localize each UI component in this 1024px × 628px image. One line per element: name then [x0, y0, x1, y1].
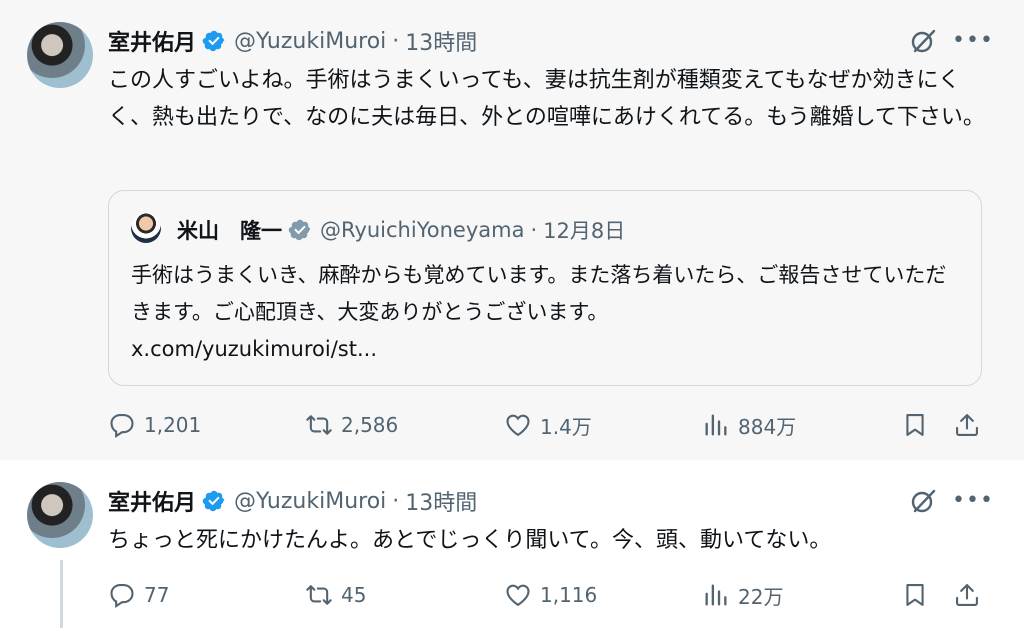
share-button[interactable]	[953, 410, 981, 440]
repost-button[interactable]: 45	[305, 580, 366, 610]
repost-count: 2,586	[341, 413, 399, 437]
tweet[interactable]: 室井佑月 @YuzukiMuroi · 13時間 ••• この人すごいよね。手術…	[0, 0, 1024, 460]
tweet-text: この人すごいよね。手術はうまくいっても、妻は抗生剤が種類変えてもなぜか効きにくく…	[108, 68, 985, 130]
action-bar: 1,201 2,586 1.4万 884万	[108, 410, 988, 440]
reply-count: 1,201	[144, 413, 202, 437]
tweet-text: ちょっと死にかけたんよ。あとでじっくり聞いて。今、頭、動いてない。	[108, 528, 832, 553]
like-icon	[506, 414, 530, 437]
author-handle[interactable]: @YuzukiMuroi	[234, 489, 386, 514]
separator: ·	[530, 218, 538, 242]
share-icon	[956, 584, 978, 606]
repost-count: 45	[341, 583, 367, 607]
views-icon	[705, 414, 727, 436]
tweet-header: 室井佑月 @YuzukiMuroi · 13時間	[108, 25, 477, 57]
like-count: 1.4万	[540, 414, 592, 439]
views-count: 884万	[738, 414, 797, 439]
more-icon[interactable]: •••	[952, 486, 994, 516]
quote-header: 米山 隆一 @RyuichiYoneyama · 12月8日	[177, 215, 625, 245]
author-handle[interactable]: @YuzukiMuroi	[234, 29, 386, 54]
reply-button[interactable]: 77	[108, 580, 169, 610]
quote-author-name: 米山 隆一	[177, 219, 282, 243]
grok-icon[interactable]	[908, 486, 938, 516]
bookmark-button[interactable]	[901, 410, 929, 440]
reply-count: 77	[144, 583, 170, 607]
avatar[interactable]	[27, 22, 93, 88]
quote-text: 手術はうまくいき、麻酔からも覚めています。また落ち着いたら、ご報告させていただき…	[131, 257, 961, 368]
separator: ·	[392, 28, 400, 54]
quoted-tweet[interactable]: 米山 隆一 @RyuichiYoneyama · 12月8日 手術はうまくいき、…	[108, 190, 982, 386]
views-icon	[705, 584, 727, 606]
author-name[interactable]: 室井佑月	[108, 25, 196, 57]
action-bar: 77 45 1,116 22万	[108, 580, 988, 610]
grok-icon[interactable]	[908, 26, 938, 56]
reply-icon	[110, 584, 134, 609]
repost-icon	[306, 585, 332, 605]
thread-line	[60, 560, 63, 628]
separator: ·	[392, 488, 400, 514]
share-button[interactable]	[953, 580, 981, 610]
quote-author-handle: @RyuichiYoneyama	[320, 218, 525, 242]
views-button[interactable]: 22万	[702, 580, 783, 610]
quote-avatar[interactable]	[131, 213, 161, 243]
timestamp[interactable]: 13時間	[405, 25, 477, 57]
verified-badge-icon	[288, 218, 312, 242]
like-icon	[506, 584, 530, 607]
quote-link[interactable]: x.com/yuzukimuroi/st...	[131, 337, 377, 361]
reply-icon	[110, 414, 134, 439]
repost-button[interactable]: 2,586	[305, 410, 398, 440]
bookmark-icon	[906, 584, 924, 606]
views-button[interactable]: 884万	[702, 410, 796, 440]
reply-button[interactable]: 1,201	[108, 410, 201, 440]
share-icon	[956, 414, 978, 436]
bookmark-icon	[906, 414, 924, 436]
views-count: 22万	[738, 584, 784, 609]
bookmark-button[interactable]	[901, 580, 929, 610]
tweet-header: 室井佑月 @YuzukiMuroi · 13時間	[108, 485, 477, 517]
avatar[interactable]	[27, 482, 93, 548]
verified-badge-icon	[202, 489, 226, 513]
like-button[interactable]: 1,116	[504, 580, 597, 610]
quote-timestamp: 12月8日	[543, 219, 626, 243]
timestamp[interactable]: 13時間	[405, 485, 477, 517]
quote-body: 手術はうまくいき、麻酔からも覚めています。また落ち着いたら、ご報告させていただき…	[131, 263, 947, 324]
like-button[interactable]: 1.4万	[504, 410, 592, 440]
more-icon[interactable]: •••	[952, 26, 994, 56]
like-count: 1,116	[540, 583, 598, 607]
author-name[interactable]: 室井佑月	[108, 485, 196, 517]
repost-icon	[306, 415, 332, 435]
tweet[interactable]: 室井佑月 @YuzukiMuroi · 13時間 ••• ちょっと死にかけたんよ…	[0, 460, 1024, 628]
verified-badge-icon	[202, 29, 226, 53]
